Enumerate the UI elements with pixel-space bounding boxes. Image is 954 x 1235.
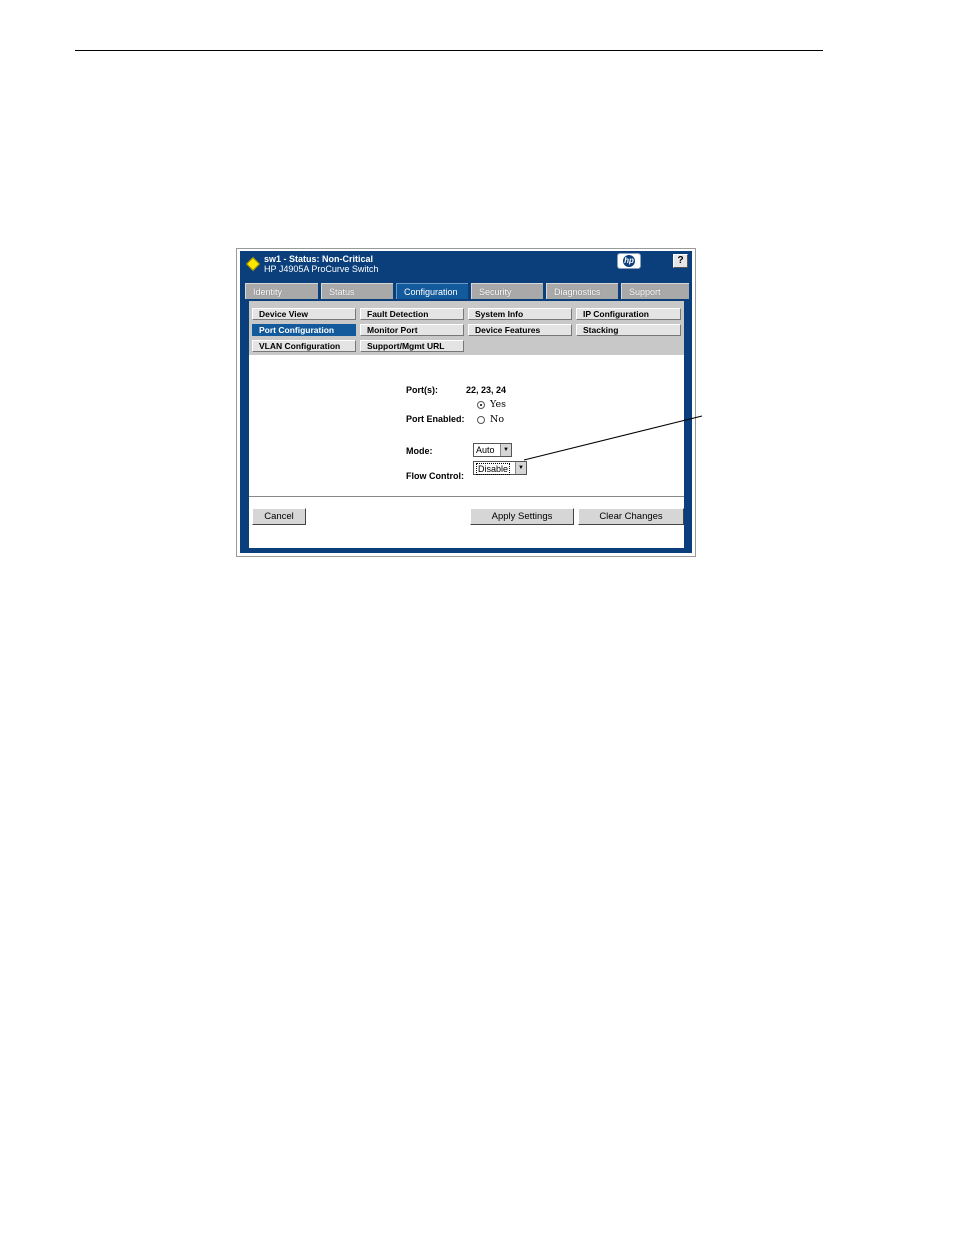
form-divider — [249, 496, 684, 497]
subnav-monitor-port[interactable]: Monitor Port — [360, 324, 464, 336]
flow-control-label: Flow Control: — [406, 471, 464, 481]
device-status-title: sw1 - Status: Non-Critical — [264, 254, 374, 264]
apply-settings-button[interactable]: Apply Settings — [470, 508, 574, 525]
tab-security[interactable]: Security — [471, 283, 543, 299]
config-subnav: Device View Fault Detection System Info … — [249, 301, 684, 355]
tab-diagnostics[interactable]: Diagnostics — [546, 283, 618, 299]
flow-control-select[interactable]: Disable ▼ — [473, 461, 527, 475]
port-enabled-label: Port Enabled: — [406, 414, 465, 424]
subnav-vlan-configuration[interactable]: VLAN Configuration — [252, 340, 356, 352]
subnav-stacking[interactable]: Stacking — [576, 324, 681, 336]
configuration-panel: Device View Fault Detection System Info … — [249, 301, 684, 548]
page-top-rule — [75, 50, 823, 51]
ports-value: 22, 23, 24 — [466, 385, 507, 395]
mode-label: Mode: — [406, 446, 433, 456]
mode-select[interactable]: Auto ▼ — [473, 443, 512, 457]
switch-web-ui-screenshot: sw1 - Status: Non-Critical HP J4905A Pro… — [236, 248, 696, 557]
hp-logo-icon: hp — [617, 253, 641, 269]
tab-configuration[interactable]: Configuration — [396, 283, 468, 299]
subnav-device-features[interactable]: Device Features — [468, 324, 572, 336]
port-enabled-no-label: No — [490, 414, 505, 425]
flow-control-select-value: Disable — [476, 463, 511, 475]
hp-logo-text: hp — [623, 255, 635, 267]
mode-select-value: Auto — [476, 445, 495, 455]
port-enabled-no-radio[interactable] — [477, 416, 485, 424]
tab-identity[interactable]: Identity — [245, 283, 318, 299]
callout-line — [523, 415, 703, 461]
subnav-support-mgmt-url[interactable]: Support/Mgmt URL — [360, 340, 464, 352]
chevron-down-icon: ▼ — [500, 444, 511, 456]
window-frame: sw1 - Status: Non-Critical HP J4905A Pro… — [240, 251, 692, 553]
tab-status[interactable]: Status — [321, 283, 393, 299]
subnav-device-view[interactable]: Device View — [252, 308, 356, 320]
subnav-system-info[interactable]: System Info — [468, 308, 572, 320]
subnav-port-configuration[interactable]: Port Configuration — [252, 324, 356, 336]
tab-support[interactable]: Support — [621, 283, 689, 299]
chevron-down-icon: ▼ — [515, 462, 526, 474]
subnav-fault-detection[interactable]: Fault Detection — [360, 308, 464, 320]
port-enabled-yes-radio[interactable] — [477, 401, 485, 409]
port-enabled-yes-label: Yes — [490, 399, 506, 410]
clear-changes-button[interactable]: Clear Changes — [578, 508, 684, 525]
ports-label: Port(s): — [406, 385, 438, 395]
status-warning-icon — [245, 256, 261, 272]
device-model: HP J4905A ProCurve Switch — [264, 264, 379, 274]
subnav-ip-configuration[interactable]: IP Configuration — [576, 308, 681, 320]
cancel-button[interactable]: Cancel — [252, 508, 306, 525]
help-button[interactable]: ? — [673, 254, 688, 268]
